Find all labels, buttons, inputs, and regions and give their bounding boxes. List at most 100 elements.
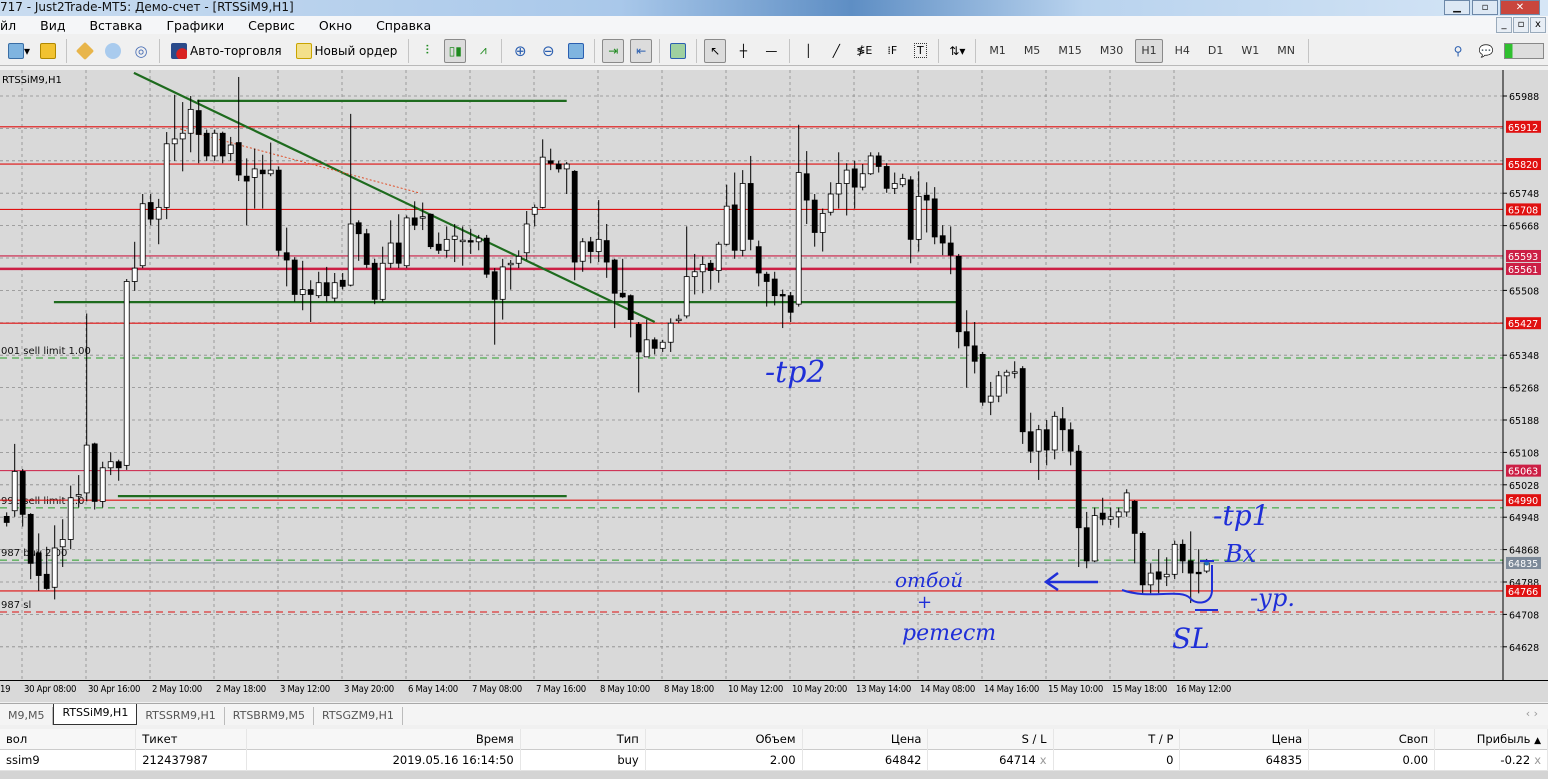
close-button[interactable]: ✕ [1500,0,1540,15]
history-icon [75,41,95,60]
candle-body-bull [531,206,538,215]
tab-scroll-arrows[interactable]: ‹ › [1526,707,1538,720]
vertical-line-button[interactable]: │ [797,39,819,63]
menu-charts[interactable]: Графики [154,18,236,33]
bar-chart-button[interactable]: ⫶ [416,39,438,63]
maximize-button[interactable]: ▫ [1472,0,1498,15]
new-order-button[interactable]: Новый ордер [292,39,402,63]
candle [1003,369,1010,394]
mdi-close-button[interactable]: x [1530,17,1546,33]
trendline-button[interactable]: ╱ [825,39,847,63]
close-position-icon[interactable]: x [1534,753,1541,767]
search-button[interactable]: ⚲ [1447,39,1469,63]
timeframe-mn[interactable]: MN [1271,39,1301,63]
col-profit[interactable]: Прибыль ▲ [1435,728,1548,750]
timeframe-m1[interactable]: M1 [983,39,1012,63]
candle-body-bear [939,235,946,244]
price-level-badge-label: 64835 [1508,559,1538,570]
cloud-button[interactable] [102,39,124,63]
chat-button[interactable]: 💬 [1475,39,1497,63]
col-type[interactable]: Тип [521,728,646,750]
timeframe-h4[interactable]: H4 [1169,39,1196,63]
candlestick-button[interactable]: ▯▮ [444,38,467,63]
col-tp[interactable]: T / P [1054,728,1181,750]
tile-windows-button[interactable] [565,39,587,63]
chart-canvas[interactable]: 001 sell limit 1.00991 sell limit 1.0987… [0,70,1548,680]
chart-shift-button[interactable]: ⇤ [630,38,653,63]
new-chart-button[interactable]: ▾ [7,39,31,63]
line-chart-button[interactable]: ⩘ [472,39,494,63]
timeframe-m5[interactable]: M5 [1018,39,1047,63]
candle-body-bull [299,289,306,295]
time-tick-label: 8 May 18:00 [664,684,714,695]
new-chart-icon [8,42,24,59]
history-button[interactable] [74,39,96,63]
tab-chart-3[interactable]: RTSSRM9,H1 [137,707,225,725]
candle-body-bear [19,471,26,515]
timeframe-w1[interactable]: W1 [1235,39,1265,63]
auto-scroll-button[interactable]: ⇥ [602,38,625,63]
table-row[interactable]: ssim9 212437987 2019.05.16 16:14:50 buy … [0,749,1548,771]
tab-chart-1[interactable]: M9,M5 [0,707,54,725]
col-swap[interactable]: Своп [1309,728,1436,750]
menu-help[interactable]: Справка [364,18,443,33]
remove-sl-icon[interactable]: x [1040,753,1047,767]
candle [123,279,130,470]
candle-body-bull [683,276,690,317]
candle-body-bear [259,169,266,175]
col-sl[interactable]: S / L [928,728,1054,750]
indicators-button[interactable] [667,39,689,63]
menu-view[interactable]: Вид [28,18,77,33]
auto-trading-button[interactable]: Авто-торговля [167,39,286,63]
col-price-current[interactable]: Цена [1180,728,1310,750]
candle-body-bull [523,223,530,254]
price-level-badge-label: 65427 [1508,319,1538,330]
tab-chart-5[interactable]: RTSGZM9,H1 [314,707,403,725]
timeframe-d1[interactable]: D1 [1202,39,1229,63]
timeframe-m15[interactable]: M15 [1052,39,1088,63]
menu-tools[interactable]: Сервис [236,18,307,33]
annotation-sl: SL [1172,622,1210,655]
candle-body-bear [1099,512,1106,520]
timeframe-h1[interactable]: H1 [1135,38,1163,63]
elliott-button[interactable]: ≸E [853,39,875,63]
dollar-icon [40,42,57,59]
col-symbol[interactable]: вол [0,728,137,750]
col-price-open[interactable]: Цена [803,728,929,750]
tab-chart-4[interactable]: RTSBRM9,M5 [225,707,314,725]
menu-file[interactable]: йл [0,18,28,33]
minimize-button[interactable]: ▁ [1444,0,1470,15]
candle-body-bull [1115,511,1122,518]
candle [515,250,522,269]
mdi-restore-button[interactable]: ▫ [1513,17,1529,33]
fibonacci-button[interactable]: ⁞F [881,39,903,63]
price-level-badge-label: 65561 [1508,265,1538,276]
candle-body-bull [899,178,906,186]
timeframe-m30[interactable]: M30 [1094,39,1130,63]
candle [811,194,818,247]
price-chart[interactable]: 001 sell limit 1.00 991 sell limit 1.0 987… [0,70,1548,680]
shapes-icon: ⇅▾ [949,43,966,58]
market-watch-button[interactable] [37,39,59,63]
text-button[interactable]: T [909,39,931,63]
tab-chart-2[interactable]: RTSSiM9,H1 [53,704,138,725]
candle [267,142,274,177]
col-ticket[interactable]: Тикет [136,728,248,750]
signals-button[interactable]: ◎ [130,39,152,63]
cursor-button[interactable]: ↖ [704,38,727,63]
candle [1139,531,1146,594]
zoom-out-button[interactable]: ⊖ [537,39,559,63]
menu-window[interactable]: Окно [307,18,364,33]
horizontal-line-button[interactable]: — [760,39,782,63]
shapes-button[interactable]: ⇅▾ [946,39,968,63]
candles [3,76,1210,604]
zoom-in-button[interactable]: ⊕ [509,39,531,63]
menu-insert[interactable]: Вставка [77,18,154,33]
price-tick-label: 64708 [1509,610,1539,621]
col-volume[interactable]: Объем [646,728,803,750]
mdi-minimize-button[interactable]: _ [1496,17,1512,33]
crosshair-button[interactable]: ┼ [732,39,754,63]
candle-body-bear [1155,571,1162,580]
col-time[interactable]: Время [247,728,521,750]
time-tick-label: 3 May 12:00 [280,684,330,695]
